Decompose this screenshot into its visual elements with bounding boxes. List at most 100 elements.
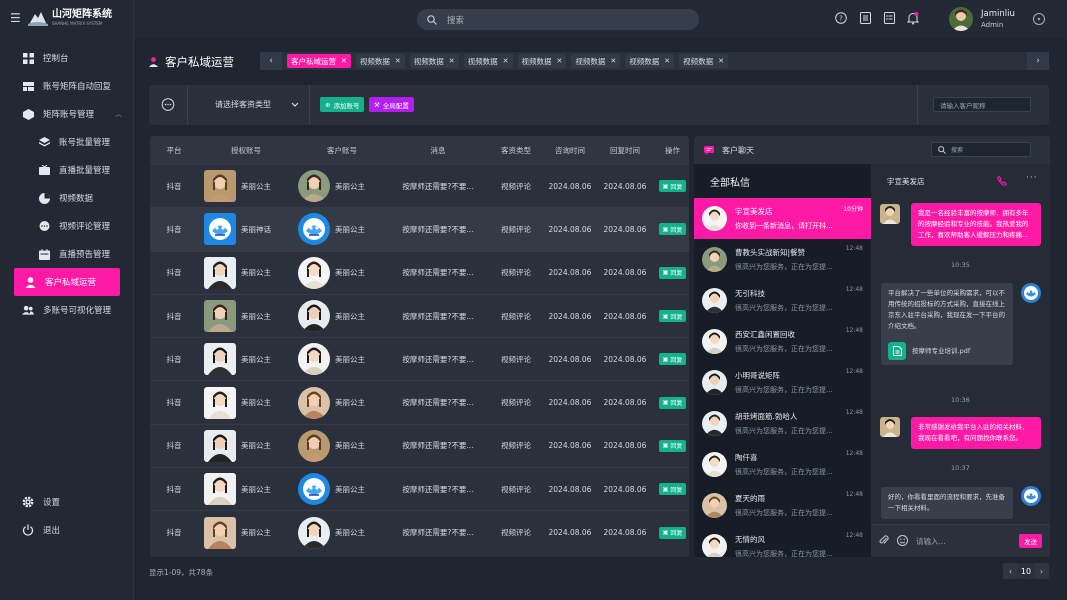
reply-button[interactable]: ▣ 回复: [658, 483, 687, 496]
conversation-time: 12:48: [845, 286, 863, 293]
conversation-item[interactable]: 陶仟喜 很高兴为您服务，正在为您提... 12:48: [694, 444, 871, 485]
tab-label: 视频数据: [575, 56, 606, 66]
sidebar-item-dashboard[interactable]: 控制台: [0, 44, 134, 72]
filter-bar: 请选择客资类型 ⊕ 添加账号 ⚒ 全局配置 请输入客户昵称: [149, 85, 1049, 125]
send-button[interactable]: 发送: [1019, 534, 1042, 548]
cell-ask-time: 2024.08.06: [548, 441, 592, 451]
close-icon[interactable]: ✕: [449, 57, 455, 65]
reply-button[interactable]: ▣ 回复: [658, 223, 687, 236]
chat-input[interactable]: 请输入...: [916, 536, 946, 547]
conversation-item[interactable]: 西安汇鑫闲置回收 很高兴为您服务，正在为您提... 12:48: [694, 321, 871, 362]
tab-video-data[interactable]: 视频数据 ✕: [355, 54, 405, 68]
table-row[interactable]: 抖音 美丽公主 美丽公主 按摩师还需要?不要... 视频评论 2024.08.0…: [150, 510, 689, 553]
sidebar-item-settings[interactable]: 设置: [0, 488, 134, 516]
list-icon[interactable]: [882, 11, 896, 25]
conversation-item[interactable]: 胡菲烤面筋.勃哈人 很高兴为您服务，正在为您提... 12:48: [694, 403, 871, 444]
conversation-item[interactable]: 无情的风 很高兴为您服务，正在为您提... 12:48: [694, 526, 871, 557]
tab-scroll-right-icon[interactable]: ›: [1027, 52, 1049, 70]
document-icon[interactable]: [858, 11, 872, 25]
sidebar-item-batch-live[interactable]: 直播批量管理: [0, 156, 134, 184]
search-input[interactable]: 搜索: [417, 9, 699, 30]
conversation-item[interactable]: 无引科技 很高兴为您服务，正在为您提... 12:48: [694, 280, 871, 321]
chat-search-input[interactable]: 搜索: [931, 142, 1031, 157]
close-icon[interactable]: ✕: [395, 57, 401, 65]
cell-auth-account: 美丽公主: [198, 516, 294, 549]
close-icon[interactable]: ✕: [610, 57, 616, 65]
app-subtitle: SHANHE MATRIX SYSTEM: [52, 21, 103, 26]
tab-video-data[interactable]: 视频数据 ✕: [463, 54, 513, 68]
cell-reply-time: 2024.08.06: [603, 441, 647, 451]
tab-video-data[interactable]: 视频数据 ✕: [571, 54, 621, 68]
next-page-icon[interactable]: ›: [1034, 563, 1049, 579]
reply-button[interactable]: ▣ 回复: [658, 310, 687, 323]
conversation-item[interactable]: 小明哥说矩阵 很高兴为您服务，正在为您提... 12:48: [694, 362, 871, 403]
logo: ☰ 山河矩阵系统 SHANHE MATRIX SYSTEM: [10, 6, 130, 30]
close-icon[interactable]: ✕: [664, 57, 670, 65]
tab-video-data[interactable]: 视频数据 ✕: [409, 54, 459, 68]
tab-video-data[interactable]: 视频数据 ✕: [679, 54, 728, 68]
current-page[interactable]: 10: [1018, 563, 1034, 579]
menu-toggle-icon[interactable]: ☰: [10, 11, 24, 25]
sidebar-item-video-data[interactable]: 视频数据: [0, 184, 134, 212]
table-row[interactable]: 抖音 美丽公主 美丽公主 按摩师还需要?不要... 视频评论 2024.08.0…: [150, 337, 689, 380]
attachment-icon[interactable]: [879, 534, 889, 548]
add-account-button[interactable]: ⊕ 添加账号: [320, 97, 365, 112]
avatar: [298, 300, 330, 333]
tab-video-data[interactable]: 视频数据 ✕: [625, 54, 675, 68]
global-config-button[interactable]: ⚒ 全局配置: [369, 97, 414, 112]
prev-page-icon[interactable]: ‹: [1003, 563, 1018, 579]
cell-ask-time: 2024.08.06: [548, 484, 592, 494]
phone-icon[interactable]: [997, 176, 1007, 186]
file-attachment[interactable]: 按摩师专业培训.pdf: [888, 342, 1006, 360]
cell-customer-account: 美丽公主: [294, 300, 390, 333]
sidebar-item-video-comments[interactable]: 视频评论管理: [0, 212, 134, 240]
reply-button[interactable]: ▣ 回复: [658, 266, 687, 279]
table-row[interactable]: 抖音 美丽公主 美丽公主 按摩师还需要?不要... 视频评论 2024.08.0…: [150, 293, 689, 337]
close-icon[interactable]: ✕: [503, 57, 509, 65]
sidebar-item-multi-visual[interactable]: 多账号可视化管理: [0, 296, 134, 324]
layers-icon: [38, 136, 50, 148]
search-placeholder: 搜索: [447, 15, 465, 26]
conversation-item[interactable]: 曹教头实战新知|餐赞 很高兴为您服务，正在为您提... 12:48: [694, 239, 871, 280]
conversation-item[interactable]: 宇宣美发店 你收到一条新消息，请打开抖... 10分钟: [694, 198, 871, 239]
sidebar-item-logout[interactable]: 退出: [0, 516, 134, 544]
help-icon[interactable]: ?: [834, 11, 848, 25]
sidebar-item-auto-reply[interactable]: 账号矩阵自动回复: [0, 72, 134, 100]
emoji-icon[interactable]: [897, 534, 908, 548]
more-icon[interactable]: ···: [1026, 173, 1038, 183]
gear-icon: [22, 496, 34, 508]
sidebar-item-batch-accounts[interactable]: 账号批量管理: [0, 128, 134, 156]
bell-icon[interactable]: [906, 11, 920, 25]
customer-search-input[interactable]: 请输入客户昵称: [933, 97, 1031, 112]
table-row[interactable]: 抖音 美丽公主 美丽公主 按摩师还需要?不要... 视频评论 2024.08.0…: [150, 164, 689, 207]
chevron-up-icon: ︿: [115, 110, 122, 118]
table-row[interactable]: 抖音 美丽公主 美丽公主 按摩师还需要?不要... 视频评论 2024.08.0…: [150, 250, 689, 294]
table-row[interactable]: 抖音 美丽公主 美丽公主 按摩师还需要?不要... 视频评论 2024.08.0…: [150, 423, 689, 467]
reply-button[interactable]: ▣ 回复: [658, 526, 687, 539]
tab-private-ops[interactable]: 客户私域运营 ✕: [287, 54, 351, 68]
table-row[interactable]: 抖音 美丽公主 美丽公主 按摩师还需要?不要... 视频评论 2024.08.0…: [150, 467, 689, 510]
sidebar-item-private-ops[interactable]: 客户私域运营: [14, 268, 120, 296]
sidebar-item-matrix-accounts[interactable]: 矩阵账号管理 ︿: [0, 100, 134, 128]
close-icon[interactable]: ✕: [557, 57, 563, 65]
reply-button[interactable]: ▣ 回复: [658, 439, 687, 452]
reply-button[interactable]: ▣ 回复: [658, 353, 687, 366]
account-name: 美丽公主: [335, 441, 365, 451]
cell-auth-account: 美丽公主: [198, 343, 294, 376]
reply-button[interactable]: ▣ 回复: [658, 180, 687, 193]
table-row[interactable]: 抖音 美丽神话 美丽公主 按摩师还需要?不要... 视频评论 2024.08.0…: [150, 207, 689, 251]
sidebar-item-live-preview[interactable]: 直播预告管理: [0, 240, 134, 268]
close-icon[interactable]: ✕: [341, 57, 347, 65]
close-icon[interactable]: ✕: [718, 57, 724, 65]
user-menu[interactable]: Jaminliu Admin ▾: [949, 7, 1045, 31]
table-row[interactable]: 抖音 美丽公主 美丽公主 按摩师还需要?不要... 视频评论 2024.08.0…: [150, 380, 689, 423]
tab-scroll-left-icon[interactable]: ‹: [260, 52, 282, 70]
tab-video-data[interactable]: 视频数据 ✕: [517, 54, 567, 68]
cell-platform: 抖音: [166, 484, 182, 494]
conversation-item[interactable]: 夏天的雨 很高兴为您服务，正在为您提... 12:48: [694, 485, 871, 526]
cell-platform: 抖音: [166, 268, 182, 278]
customer-type-select[interactable]: 请选择客资类型: [215, 99, 299, 110]
power-icon: [22, 524, 34, 536]
chevron-down-icon[interactable]: ▾: [1032, 13, 1045, 25]
reply-button[interactable]: ▣ 回复: [658, 396, 687, 409]
